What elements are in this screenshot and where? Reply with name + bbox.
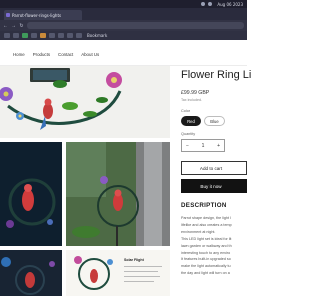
- system-status-bar: Aug 06 2023: [0, 0, 247, 8]
- product-image-garden[interactable]: [66, 142, 170, 246]
- info-card-text-line: [124, 271, 158, 272]
- bookmark-icon[interactable]: [49, 33, 55, 38]
- info-card-title: Solar Flight: [124, 258, 144, 262]
- bookmark-icon[interactable]: [67, 33, 73, 38]
- info-card-text-line: [124, 281, 154, 282]
- info-card-text-line: [124, 266, 162, 267]
- increase-quantity-button[interactable]: +: [217, 143, 220, 149]
- info-card-text-line: [124, 276, 160, 277]
- address-bar-row: ← → ↻: [0, 20, 247, 31]
- product-price: £99.99 GBP: [181, 90, 210, 96]
- bookmark-icon[interactable]: [40, 33, 46, 38]
- nav-link-contact[interactable]: Contact: [58, 52, 73, 57]
- quantity-value[interactable]: 1: [202, 143, 205, 149]
- browser-tab[interactable]: Parrot-flower-rings-lights: [4, 10, 82, 20]
- browser-tab-bar: Parrot-flower-rings-lights: [0, 8, 247, 20]
- bookmark-icon[interactable]: [76, 33, 82, 38]
- description-line: lifelike and also creates a temp: [181, 222, 232, 227]
- product-title: Flower Ring Li: [181, 69, 252, 81]
- bookmarks-bar: Bookmark: [0, 31, 247, 40]
- description-line: This LED light set is ideal for lit: [181, 236, 232, 241]
- clock: Aug 06 2023: [217, 1, 243, 7]
- bookmark-icon[interactable]: [58, 33, 64, 38]
- nav-link-home[interactable]: Home: [13, 52, 25, 57]
- description-line: make the light automatically tu: [181, 264, 231, 269]
- battery-icon: [208, 2, 213, 6]
- forward-arrow-icon[interactable]: →: [11, 23, 16, 29]
- description-line: interesting touch to any enviro: [181, 250, 231, 255]
- bookmark-label[interactable]: Bookmark: [87, 33, 107, 38]
- product-image-night-blue[interactable]: [0, 250, 62, 296]
- product-main-image[interactable]: [0, 66, 170, 138]
- product-description: Parrot shape design, the light l lifelik…: [181, 215, 251, 277]
- nav-link-products[interactable]: Products: [33, 52, 50, 57]
- add-to-cart-button[interactable]: Add to cart: [181, 161, 247, 175]
- system-tray: Aug 06 2023: [201, 0, 243, 8]
- description-line: Parrot shape design, the light l: [181, 216, 231, 220]
- product-info-panel: Flower Ring Li £99.99 GBP Tax included. …: [181, 66, 251, 296]
- quantity-label: Quantity: [181, 132, 196, 136]
- bookmark-icon[interactable]: [13, 33, 19, 38]
- nav-link-about[interactable]: About Us: [81, 52, 99, 57]
- color-option-blue[interactable]: Blue: [204, 116, 225, 126]
- back-arrow-icon[interactable]: ←: [3, 23, 8, 29]
- store-header: Home Products Contact About Us: [0, 40, 247, 66]
- wifi-icon: [201, 2, 206, 6]
- description-line: the day and light will turn on a: [181, 271, 230, 276]
- main-menu: Home Products Contact About Us: [13, 52, 99, 57]
- url-field[interactable]: [27, 22, 244, 29]
- tax-note: Tax included.: [181, 98, 202, 102]
- description-line: lawn garden or walkway and th: [181, 243, 232, 248]
- reload-icon[interactable]: ↻: [19, 23, 24, 29]
- quantity-stepper: − 1 +: [181, 139, 225, 152]
- description-heading: DESCRIPTION: [181, 202, 227, 209]
- decrease-quantity-button[interactable]: −: [186, 143, 189, 149]
- bookmark-icon[interactable]: [4, 33, 10, 38]
- color-option-red[interactable]: Red: [181, 116, 201, 126]
- description-line: environment at night.: [181, 229, 216, 234]
- product-gallery: Solar Flight: [0, 66, 170, 296]
- product-image-info-card[interactable]: Solar Flight: [66, 250, 170, 296]
- product-image-night-red[interactable]: [0, 142, 62, 246]
- browser-tab-title: Parrot-flower-rings-lights: [12, 12, 62, 18]
- buy-now-button[interactable]: Buy it now: [181, 179, 247, 193]
- color-label: Color: [181, 109, 191, 113]
- favicon-icon: [6, 13, 10, 17]
- bookmark-icon[interactable]: [31, 33, 37, 38]
- description-line: It features built-in upgraded so: [181, 257, 231, 262]
- bookmark-icon[interactable]: [22, 33, 28, 38]
